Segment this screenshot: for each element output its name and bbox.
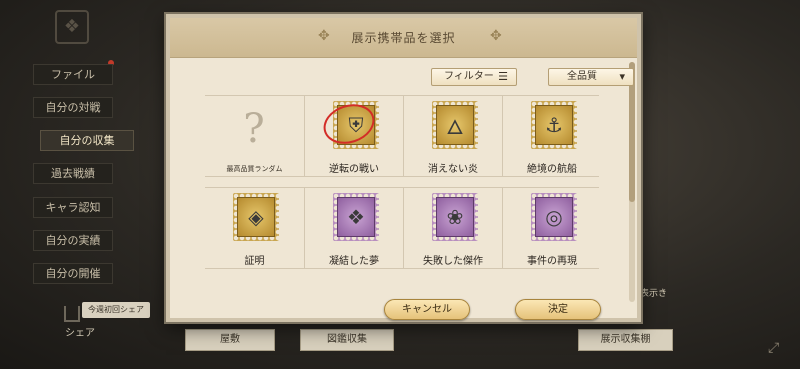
menu-item-hosted[interactable]: 自分の開催 [33,263,113,284]
tab-display-shelf[interactable]: 展示収集棚 [578,329,673,351]
background-side-text: 表示き [640,289,668,299]
ship-icon: ⚓ [535,105,573,145]
chevron-down-icon: ▾ [619,70,625,83]
share-icon[interactable] [64,306,80,322]
menu-item-my-matches[interactable]: 自分の対戦 [33,97,113,118]
item-name: 凝結した夢 [329,256,379,267]
item-name: 消えない炎 [428,164,478,175]
dialog-title: 展示携帯品を選択 [351,31,456,45]
question-mark-icon: ? [243,106,265,152]
quality-dropdown[interactable]: 全品質 ▾ [548,68,634,86]
quality-label: 全品質 [567,71,597,82]
menu-item-achievements[interactable]: 自分の実績 [33,230,113,251]
filter-button[interactable]: フィルター ☰ [431,68,517,86]
filter-label: フィルター [444,71,494,82]
item-name: 逆転の戦い [329,164,379,175]
item-undying-flame[interactable]: 🜂 消えない炎 [403,96,502,176]
stamp-frame: ◎ [531,193,577,241]
tab-mansion[interactable]: 屋敷 [185,329,275,351]
menu-item-past-records[interactable]: 過去戦績 [33,163,113,184]
tab-codex-collection[interactable]: 図鑑収集 [300,329,394,351]
stamp-frame: ❀ [432,193,478,241]
share-tooltip: 今週初回シェア [82,302,150,318]
item-name: 絶境の航船 [527,164,577,175]
item-reversal-battle[interactable]: ⛨ 逆転の戦い [304,96,403,176]
select-item-dialog: ✥ 展示携帯品を選択 ✥ フィルター ☰ 全品質 ▾ ? 最高品質ランダム ⛨ … [166,14,641,322]
item-failed-masterpiece[interactable]: ❀ 失敗した傑作 [403,188,502,268]
item-name: 証明 [244,256,265,267]
item-name: 事件の再現 [527,256,577,267]
item-name: 失敗した傑作 [423,256,483,267]
expand-icon[interactable]: ⤢ [768,340,779,356]
sculpture-icon: ❀ [436,197,474,237]
share-label[interactable]: シェア [60,324,100,339]
item-desperate-voyage[interactable]: ⚓ 絶境の航船 [502,96,601,176]
cancel-button[interactable]: キャンセル [384,299,470,320]
confirm-button[interactable]: 決定 [515,299,601,320]
menu-item-file[interactable]: ファイル [33,64,113,85]
item-proof[interactable]: ◈ 証明 [205,188,304,268]
menu-item-my-collection[interactable]: 自分の収集 [40,130,134,151]
crystal-icon: ❖ [337,197,375,237]
stamp-frame: ◈ [233,193,279,241]
item-grid-row: ◈ 証明 ❖ 凝結した夢 ❀ 失敗した傑作 ◎ 事件の再現 [205,187,599,269]
item-random-quality[interactable]: ? 最高品質ランダム [205,96,304,176]
torch-icon: 🜂 [436,105,474,145]
emblem-icon: ❖ [55,10,89,44]
menu-item-character-knowledge[interactable]: キャラ認知 [33,197,113,218]
stamp-frame: 🜂 [432,101,478,149]
wheat-ornament-icon: ✥ [490,28,502,44]
wheat-ornament-icon: ✥ [318,28,330,44]
item-incident-reenactment[interactable]: ◎ 事件の再現 [502,188,601,268]
stamp-frame: ❖ [333,193,379,241]
item-name: 最高品質ランダム [226,165,283,173]
dialog-header: ✥ 展示携帯品を選択 ✥ [170,18,637,58]
item-grid-row: ? 最高品質ランダム ⛨ 逆転の戦い 🜂 消えない炎 ⚓ 絶境の航船 [205,95,599,177]
target-icon: ◎ [535,197,573,237]
item-frozen-dream[interactable]: ❖ 凝結した夢 [304,188,403,268]
badge-icon: ◈ [237,197,275,237]
stamp-frame: ⚓ [531,101,577,149]
list-icon: ☰ [498,70,508,83]
background-sidebar: ❖ ファイル 自分の対戦 自分の収集 過去戦績 キャラ認知 自分の実績 自分の開… [0,0,175,369]
